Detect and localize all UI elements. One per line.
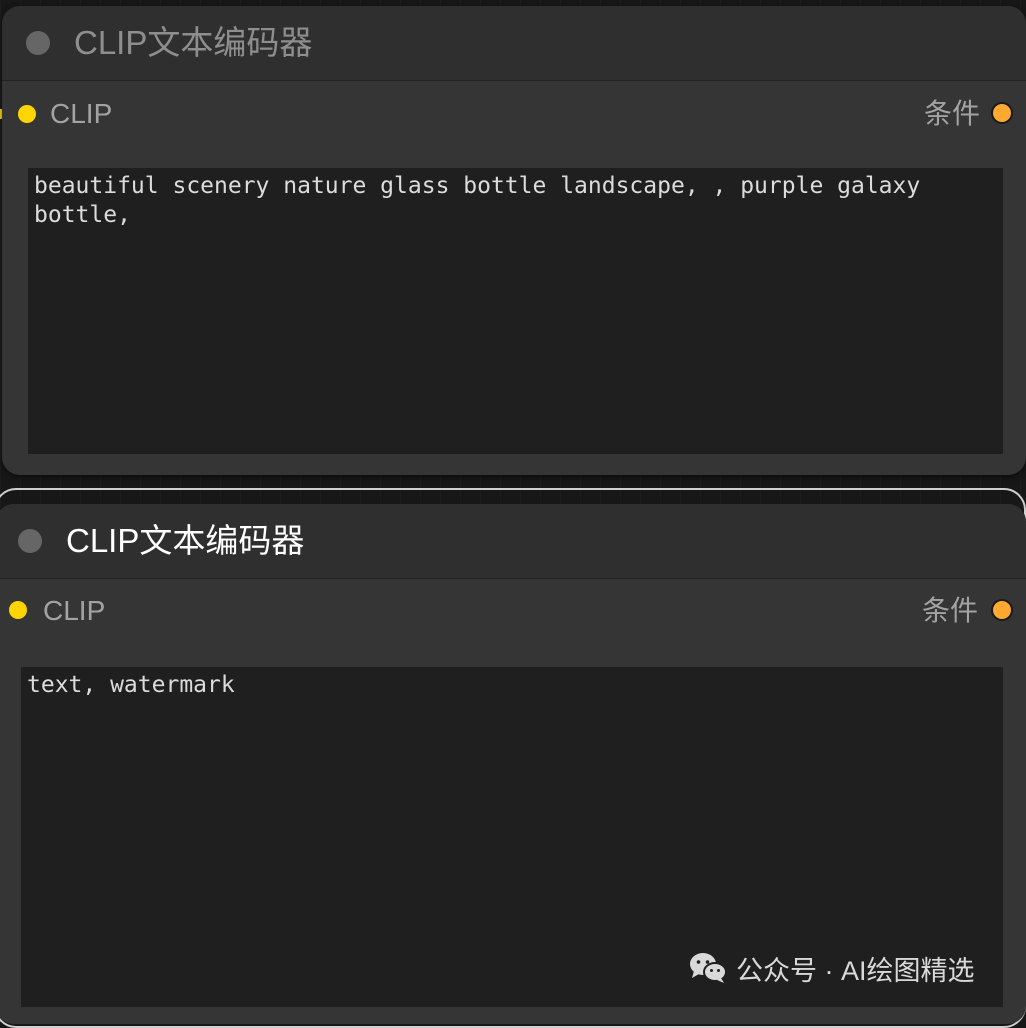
node-title: CLIP文本编码器 [74, 24, 313, 61]
wechat-icon [688, 951, 728, 985]
node-title: CLIP文本编码器 [66, 522, 305, 559]
clip-input-label: CLIP [50, 98, 113, 129]
node-title-bar[interactable]: CLIP文本编码器 [2, 6, 1026, 81]
clip-text-encode-node-negative[interactable]: CLIP文本编码器 CLIP 条件 text, watermark [0, 504, 1026, 1024]
clip-input-label: CLIP [43, 595, 106, 626]
node-title-bar[interactable]: CLIP文本编码器 [0, 504, 1026, 579]
watermark: 公众号 · AI绘图精选 [688, 948, 975, 988]
conditioning-output-label: 条件 [921, 595, 978, 626]
conditioning-output-slot[interactable] [993, 601, 1011, 619]
collapse-toggle-dot[interactable] [18, 529, 42, 553]
conditioning-output-label: 条件 [923, 98, 980, 129]
watermark-text: 公众号 · AI绘图精选 [736, 955, 975, 986]
conditioning-output-slot[interactable] [993, 104, 1011, 122]
clip-input-slot[interactable] [9, 601, 27, 619]
prompt-textarea[interactable]: beautiful scenery nature glass bottle la… [28, 168, 1003, 454]
clip-input-slot[interactable] [18, 105, 36, 123]
collapse-toggle-dot[interactable] [26, 31, 50, 55]
clip-text-encode-node-positive[interactable]: CLIP文本编码器 CLIP 条件 beautiful scenery natu… [2, 6, 1026, 475]
